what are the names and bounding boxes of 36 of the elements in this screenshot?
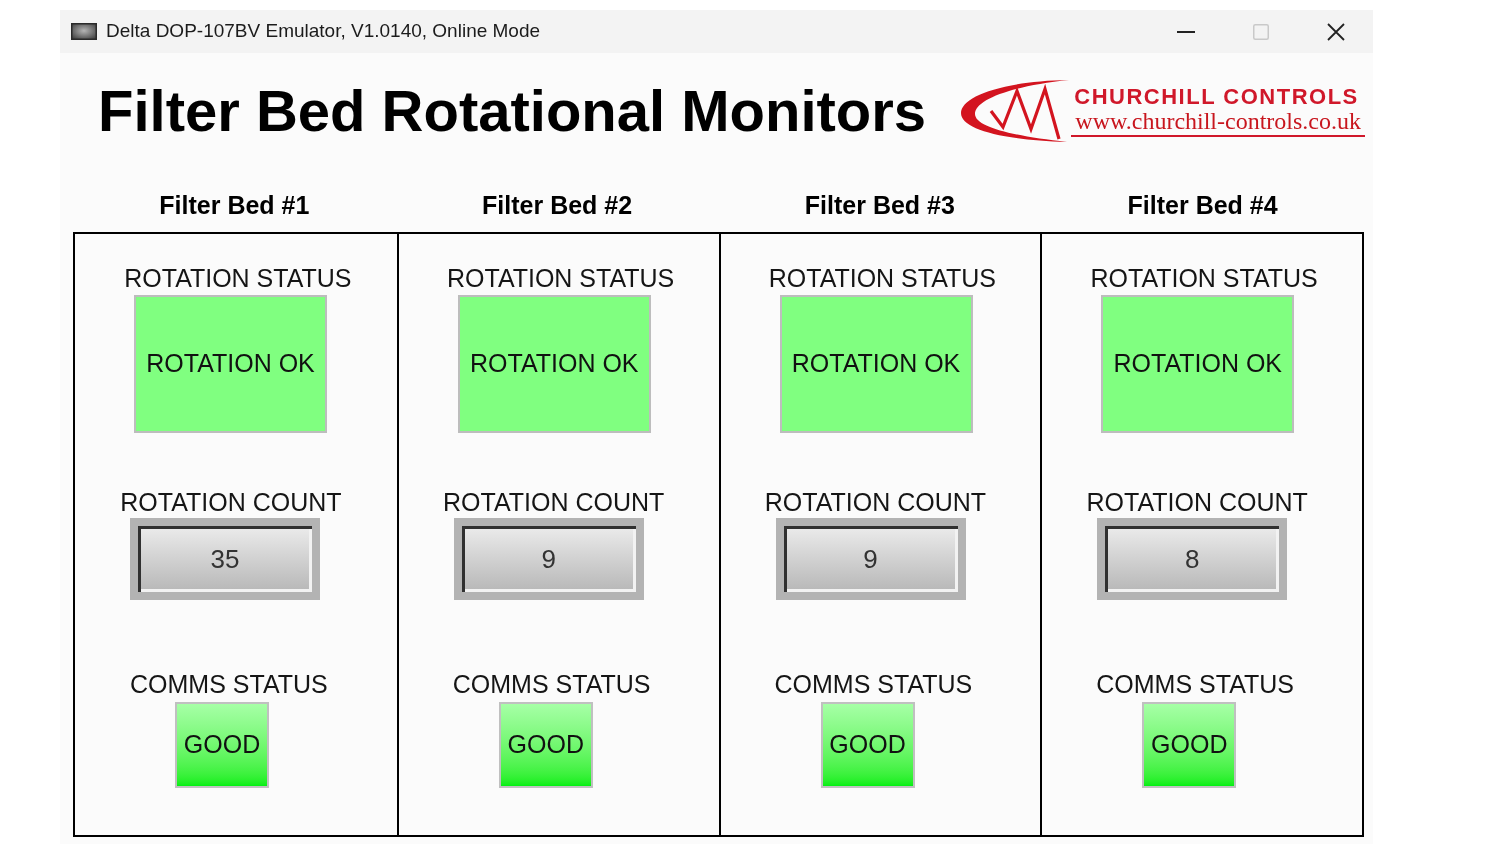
status-label: ROTATION STATUS xyxy=(1090,264,1318,292)
window-title: Delta DOP-107BV Emulator, V1.0140, Online Mode xyxy=(106,19,541,44)
count-label: ROTATION COUNT xyxy=(764,488,986,516)
comms-label: COMMS STATUS xyxy=(1096,670,1294,698)
rotation-status-indicator: ROTATION OK xyxy=(1101,295,1295,433)
comms-status-indicator: GOOD xyxy=(820,702,915,788)
minimize-icon xyxy=(1176,30,1195,33)
filter-bed-heading: Filter Bed #2 xyxy=(482,190,633,221)
count-label: ROTATION COUNT xyxy=(443,488,665,516)
status-label: ROTATION STATUS xyxy=(446,264,675,292)
rotation-count-display: 35 xyxy=(130,518,320,600)
rotation-status-indicator: ROTATION OK xyxy=(457,295,651,433)
rotation-status-indicator: ROTATION OK xyxy=(779,295,973,433)
rotation-count-display: 8 xyxy=(1097,518,1288,600)
rotation-count-display: 9 xyxy=(453,518,644,600)
comms-status-indicator: GOOD xyxy=(175,702,269,788)
rotation-count-display: 9 xyxy=(775,518,966,600)
comms-status-indicator: GOOD xyxy=(1142,702,1237,788)
comms-label: COMMS STATUS xyxy=(452,670,651,698)
logo-name: CHURCHILL CONTROLS xyxy=(1074,85,1359,109)
comms-label: COMMS STATUS xyxy=(130,670,328,698)
status-label: ROTATION STATUS xyxy=(768,264,997,292)
page-title: Filter Bed Rotational Monitors xyxy=(98,77,927,145)
close-icon xyxy=(1326,22,1345,41)
maximize-icon xyxy=(1252,23,1269,40)
comms-status-indicator: GOOD xyxy=(498,702,593,788)
status-label: ROTATION STATUS xyxy=(124,264,352,292)
rotation-status-indicator: ROTATION OK xyxy=(134,295,327,433)
screen-icon xyxy=(71,23,97,40)
filter-bed-heading: Filter Bed #4 xyxy=(1127,190,1278,221)
comms-label: COMMS STATUS xyxy=(774,670,973,698)
filter-bed-heading: Filter Bed #1 xyxy=(159,190,310,221)
filter-bed-heading: Filter Bed #3 xyxy=(804,190,955,221)
count-label: ROTATION COUNT xyxy=(1086,488,1308,516)
count-label: ROTATION COUNT xyxy=(120,488,342,516)
logo-url: www.churchill-controls.co.uk xyxy=(1071,109,1365,137)
